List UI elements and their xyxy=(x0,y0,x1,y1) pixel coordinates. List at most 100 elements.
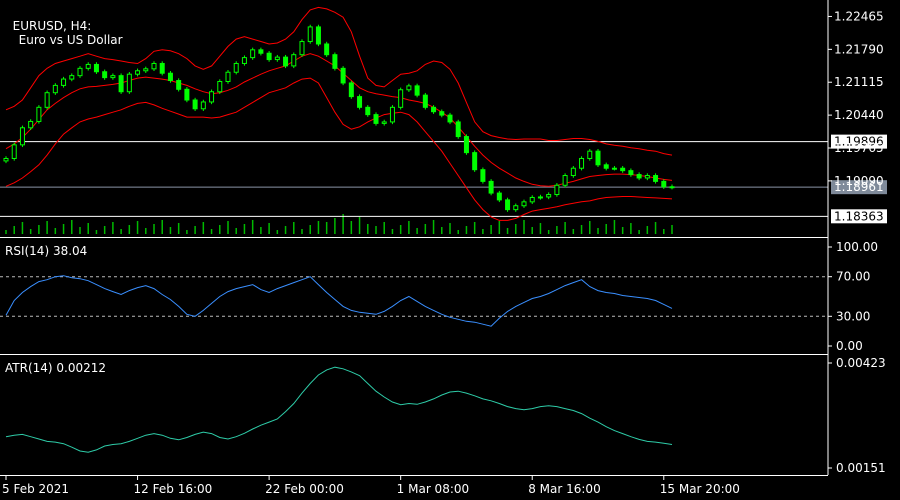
candle-body xyxy=(52,84,58,94)
candle-body xyxy=(595,150,601,166)
candle-body xyxy=(422,94,428,108)
candle-body xyxy=(480,169,486,182)
candle-body xyxy=(250,49,256,59)
candle-body xyxy=(579,157,585,169)
level-badge-label: 1.18363 xyxy=(834,209,884,223)
rsi-series-line xyxy=(5,275,673,327)
candle-body xyxy=(644,175,650,179)
time-tick-label: 15 Mar 20:00 xyxy=(660,482,740,496)
candle-body xyxy=(414,85,420,96)
candle-body xyxy=(241,57,247,64)
atr-title: ATR(14) 0.00212 xyxy=(5,361,107,375)
candle-body xyxy=(11,144,17,159)
candle-body xyxy=(537,196,543,199)
atr-tick-label: 0.00151 xyxy=(836,461,886,475)
candle-body xyxy=(669,186,675,189)
atr-series-line xyxy=(5,366,673,453)
candle-body xyxy=(447,114,453,123)
candle-body xyxy=(258,49,264,54)
candle-body xyxy=(529,196,535,203)
candle-body xyxy=(93,63,99,73)
candle-body xyxy=(562,175,568,186)
candle-body xyxy=(143,68,149,72)
candle-body xyxy=(233,62,239,73)
candle-body xyxy=(118,75,124,93)
rsi-title: RSI(14) 38.04 xyxy=(5,244,88,258)
candle-body xyxy=(209,91,215,103)
candle-body xyxy=(439,111,445,116)
atr-tick-label: 0.00423 xyxy=(836,356,886,370)
candle-body xyxy=(151,62,157,70)
chart-title: EURUSD, H4: Euro vs US Dollar xyxy=(5,5,123,47)
bollinger-lower-band xyxy=(5,77,673,221)
candle-body xyxy=(472,152,478,171)
atr-panel[interactable] xyxy=(5,366,673,453)
candle-body xyxy=(496,192,502,201)
candle-body xyxy=(463,136,469,154)
price-tick-label: 1.22465 xyxy=(834,9,884,23)
candle-body xyxy=(653,175,659,182)
time-tick-label: 22 Feb 00:00 xyxy=(265,482,344,496)
candle-body xyxy=(587,150,593,159)
price-tick-label: 1.21790 xyxy=(834,42,884,56)
candle-body xyxy=(77,67,83,77)
rsi-tick-label: 30.00 xyxy=(836,309,870,323)
rsi-panel[interactable] xyxy=(0,275,828,327)
candle-body xyxy=(324,43,330,56)
rsi-tick-label: 100.00 xyxy=(836,240,878,254)
candle-body xyxy=(85,63,91,69)
candle-body xyxy=(570,167,576,177)
candle-body xyxy=(505,199,511,211)
candle-body xyxy=(332,54,338,69)
candle-body xyxy=(546,194,552,198)
candle-body xyxy=(455,121,461,138)
candle-body xyxy=(61,78,67,86)
rsi-tick-label: 0.00 xyxy=(836,339,863,353)
time-tick-label: 5 Feb 2021 xyxy=(2,482,69,496)
candle-body xyxy=(307,26,313,43)
price-tick-label: 1.20440 xyxy=(834,108,884,122)
candle-body xyxy=(167,72,173,82)
candle-body xyxy=(603,164,609,169)
candle-body xyxy=(340,67,346,84)
candle-body xyxy=(389,106,395,123)
candle-body xyxy=(381,121,387,124)
candle-body xyxy=(44,92,50,108)
time-tick-label: 8 Mar 16:00 xyxy=(528,482,601,496)
candle-body xyxy=(19,127,25,146)
chart-canvas: 1.198961.183631.189611.224651.217901.211… xyxy=(0,0,887,496)
candle-body xyxy=(365,106,371,116)
candle-body xyxy=(554,184,560,196)
price-tick-label: 1.19765 xyxy=(834,141,884,155)
candle-body xyxy=(291,54,297,67)
candle-body xyxy=(488,180,494,194)
candle-body xyxy=(126,73,132,93)
candle-body xyxy=(357,96,363,108)
candle-body xyxy=(348,82,354,98)
candle-body xyxy=(217,80,223,93)
candle-body xyxy=(225,71,231,82)
candle-body xyxy=(69,75,75,80)
candle-body xyxy=(3,157,9,162)
candle-body xyxy=(661,180,667,188)
candle-body xyxy=(373,114,379,124)
candle-body xyxy=(299,41,305,56)
candle-body xyxy=(184,88,190,101)
candle-body xyxy=(110,75,116,79)
candle-body xyxy=(176,80,182,90)
rsi-tick-label: 70.00 xyxy=(836,270,870,284)
candle-body xyxy=(28,120,34,129)
candle-body xyxy=(521,201,527,207)
candle-body xyxy=(102,71,108,79)
price-panel[interactable] xyxy=(0,6,828,234)
time-tick-label: 12 Feb 16:00 xyxy=(134,482,213,496)
candle-body xyxy=(315,26,321,45)
candle-body xyxy=(636,174,642,179)
candle-body xyxy=(628,170,634,176)
candle-body xyxy=(36,106,42,122)
time-tick-label: 1 Mar 08:00 xyxy=(397,482,470,496)
axes-layer: 1.198961.183631.189611.224651.217901.211… xyxy=(0,0,887,496)
candle-body xyxy=(159,62,165,74)
candle-body xyxy=(513,205,519,211)
candle-body xyxy=(431,106,437,113)
